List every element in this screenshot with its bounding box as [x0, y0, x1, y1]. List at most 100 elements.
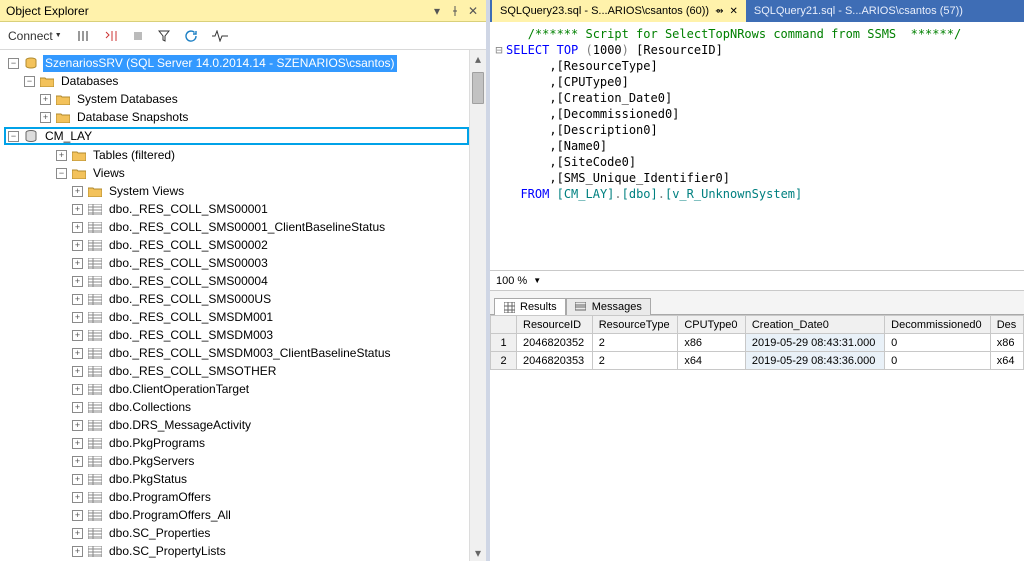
expand-icon[interactable]: +	[40, 112, 51, 123]
tree-view-node[interactable]: +dbo._RES_COLL_SMSDM001	[4, 308, 469, 326]
pin-icon[interactable]: ⇴	[715, 6, 723, 17]
tree-view-node[interactable]: +dbo._RES_COLL_SMSDM003_ClientBaselineSt…	[4, 344, 469, 362]
tree-view-node[interactable]: +dbo._RES_COLL_SMS000US	[4, 290, 469, 308]
cell[interactable]: 2	[592, 334, 678, 352]
col-header[interactable]: CPUType0	[678, 316, 746, 334]
tree-view-node[interactable]: +dbo.PkgServers	[4, 452, 469, 470]
expand-icon[interactable]: +	[72, 366, 83, 377]
tree-view-node[interactable]: +dbo._RES_COLL_SMS00003	[4, 254, 469, 272]
tree-cm-lay-node[interactable]: − CM_LAY	[4, 127, 469, 145]
expand-icon[interactable]: +	[72, 510, 83, 521]
expand-icon[interactable]: +	[72, 312, 83, 323]
collapse-icon[interactable]: −	[8, 58, 19, 69]
activity-monitor-button[interactable]	[208, 25, 232, 47]
tree-tables-node[interactable]: + Tables (filtered)	[4, 146, 469, 164]
table-row[interactable]: 220468203532x642019-05-29 08:43:36.0000x…	[491, 352, 1024, 370]
pin-icon[interactable]	[448, 4, 462, 18]
tab-results[interactable]: Results	[494, 298, 566, 315]
expand-icon[interactable]: +	[72, 276, 83, 287]
cell[interactable]: x64	[990, 352, 1023, 370]
expand-icon[interactable]: +	[72, 438, 83, 449]
cell[interactable]: 2019-05-29 08:43:36.000	[745, 352, 884, 370]
tree-scrollbar[interactable]: ▴ ▾	[469, 50, 486, 561]
tree-server-node[interactable]: − SzenariosSRV (SQL Server 14.0.2014.14 …	[4, 54, 469, 72]
tree-view-node[interactable]: +dbo._RES_COLL_SMS00002	[4, 236, 469, 254]
expand-icon[interactable]: +	[72, 492, 83, 503]
tree-view-node[interactable]: +dbo.SC_PropertyLists	[4, 542, 469, 560]
expand-icon[interactable]: +	[72, 384, 83, 395]
expand-icon[interactable]: +	[72, 222, 83, 233]
tree-system-views-node[interactable]: + System Views	[4, 182, 469, 200]
tree-view-node[interactable]: +dbo._RES_COLL_SMS00001	[4, 200, 469, 218]
tree-view-node[interactable]: +dbo.Collections	[4, 398, 469, 416]
expand-icon[interactable]: +	[40, 94, 51, 105]
dropdown-icon[interactable]: ▾	[430, 4, 444, 18]
tree-system-databases-node[interactable]: + System Databases	[4, 90, 469, 108]
tab-messages[interactable]: Messages	[566, 298, 651, 315]
cell[interactable]: 0	[885, 334, 991, 352]
col-header[interactable]: ResourceID	[517, 316, 593, 334]
expand-icon[interactable]: +	[72, 348, 83, 359]
tree-databases-node[interactable]: − Databases	[4, 72, 469, 90]
zoom-dropdown[interactable]: ▼	[533, 276, 541, 285]
tree-view-node[interactable]: +dbo._RES_COLL_SMSOTHER	[4, 362, 469, 380]
expand-icon[interactable]: +	[72, 294, 83, 305]
cell[interactable]: x64	[678, 352, 746, 370]
tree-view-node[interactable]: +dbo._RES_COLL_SMS00001_ClientBaselineSt…	[4, 218, 469, 236]
filter-button[interactable]	[154, 25, 174, 47]
connect-button[interactable]: Connect▼	[4, 25, 66, 47]
sql-editor[interactable]: /****** Script for SelectTopNRows comman…	[490, 22, 1024, 271]
expand-icon[interactable]: +	[72, 204, 83, 215]
tree-view-node[interactable]: +dbo._RES_COLL_SMSDM003	[4, 326, 469, 344]
tree-view-node[interactable]: +dbo.PkgStatus	[4, 470, 469, 488]
expand-icon[interactable]: +	[72, 420, 83, 431]
cell[interactable]: 2019-05-29 08:43:31.000	[745, 334, 884, 352]
table-row[interactable]: 120468203522x862019-05-29 08:43:31.0000x…	[491, 334, 1024, 352]
tree-views-node[interactable]: − Views	[4, 164, 469, 182]
expand-icon[interactable]: +	[72, 474, 83, 485]
tree-view-node[interactable]: +dbo.ProgramOffers_All	[4, 506, 469, 524]
cell[interactable]: 2	[592, 352, 678, 370]
collapse-icon[interactable]: −	[8, 131, 19, 142]
close-icon[interactable]: ✕	[729, 6, 737, 17]
col-header[interactable]: ResourceType	[592, 316, 678, 334]
expand-icon[interactable]: +	[72, 258, 83, 269]
tree-database-snapshots-node[interactable]: + Database Snapshots	[4, 108, 469, 126]
scroll-up-icon[interactable]: ▴	[470, 50, 486, 67]
object-explorer-tree[interactable]: − SzenariosSRV (SQL Server 14.0.2014.14 …	[0, 50, 469, 561]
expand-icon[interactable]: +	[72, 546, 83, 557]
expand-icon[interactable]: +	[72, 186, 83, 197]
collapse-icon[interactable]: −	[24, 76, 35, 87]
results-grid[interactable]: ResourceID ResourceType CPUType0 Creatio…	[490, 315, 1024, 561]
tree-view-node[interactable]: +dbo.ClientOperationTarget	[4, 380, 469, 398]
disconnect-all-button[interactable]	[100, 25, 122, 47]
col-header[interactable]: Creation_Date0	[745, 316, 884, 334]
tab-other[interactable]: SQLQuery21.sql - S...ARIOS\csantos (57))	[746, 0, 971, 22]
tree-view-node[interactable]: +dbo.PkgPrograms	[4, 434, 469, 452]
expand-icon[interactable]: +	[72, 240, 83, 251]
expand-icon[interactable]: +	[72, 528, 83, 539]
cell[interactable]: 2046820352	[517, 334, 593, 352]
expand-icon[interactable]: +	[72, 330, 83, 341]
cell[interactable]: 2046820353	[517, 352, 593, 370]
tree-view-node[interactable]: +dbo.SC_Properties	[4, 524, 469, 542]
fold-icon[interactable]: ⊟	[492, 42, 506, 58]
expand-icon[interactable]: +	[56, 150, 67, 161]
col-header[interactable]: Decommissioned0	[885, 316, 991, 334]
tree-view-node[interactable]: +dbo._RES_COLL_SMS00004	[4, 272, 469, 290]
collapse-icon[interactable]: −	[56, 168, 67, 179]
expand-icon[interactable]: +	[72, 402, 83, 413]
refresh-button[interactable]	[180, 25, 202, 47]
scroll-down-icon[interactable]: ▾	[470, 544, 486, 561]
expand-icon[interactable]: +	[72, 456, 83, 467]
tree-view-node[interactable]: +dbo.DRS_MessageActivity	[4, 416, 469, 434]
cell[interactable]: 0	[885, 352, 991, 370]
cell[interactable]: x86	[990, 334, 1023, 352]
close-icon[interactable]: ✕	[466, 4, 480, 18]
col-header[interactable]: Des	[990, 316, 1023, 334]
tab-active[interactable]: SQLQuery23.sql - S...ARIOS\csantos (60))…	[492, 0, 746, 22]
scroll-thumb[interactable]	[472, 72, 484, 104]
tree-view-node[interactable]: +dbo.ProgramOffers	[4, 488, 469, 506]
disconnect-button[interactable]	[72, 25, 94, 47]
cell[interactable]: x86	[678, 334, 746, 352]
